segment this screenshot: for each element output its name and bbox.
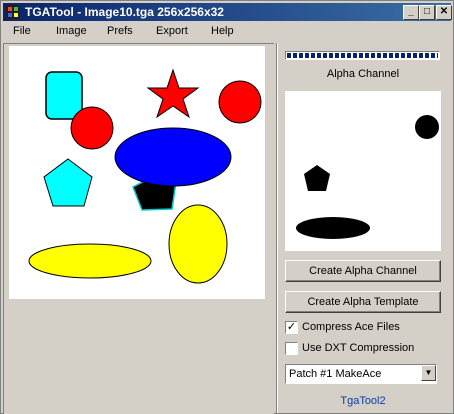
compress-ace-label: Compress Ace Files [302,321,400,333]
use-dxt-checkbox[interactable] [285,342,298,355]
minimize-button[interactable]: _ [403,5,419,20]
menu-help[interactable]: Help [211,25,234,37]
app-icon [6,5,20,19]
chevron-down-icon[interactable]: ▼ [421,365,436,381]
maximize-button[interactable]: □ [419,5,435,20]
create-alpha-template-button[interactable]: Create Alpha Template [285,291,441,313]
panel-divider [276,43,278,413]
alpha-pentagon [304,165,330,191]
menu-bar: File Image Prefs Export Help [3,23,451,41]
menu-image[interactable]: Image [56,25,87,37]
alpha-ellipse [296,217,370,239]
menu-prefs[interactable]: Prefs [107,25,133,37]
blue-ellipse [114,127,232,187]
menu-file[interactable]: File [13,25,31,37]
main-window: TGATool - Image10.tga 256x256x32 _ □ ✕ F… [0,0,454,414]
create-alpha-channel-button[interactable]: Create Alpha Channel [285,260,441,282]
yellow-ellipse-vertical [168,204,228,284]
compress-ace-checkbox[interactable]: ✓ [285,321,298,334]
image-preview[interactable] [9,46,265,299]
use-dxt-label: Use DXT Compression [302,342,415,354]
alpha-preview [285,91,441,251]
red-circle-left [70,106,114,150]
alpha-progress-fill [287,53,438,58]
red-circle-right [218,80,262,124]
menu-export[interactable]: Export [156,25,188,37]
alpha-progress-bar [285,51,440,60]
footer-label: TgaTool2 [340,395,386,407]
close-button[interactable]: ✕ [436,5,452,20]
cyan-rounded-rect [45,71,83,120]
window-title: TGATool - Image10.tga 256x256x32 [25,5,224,19]
cyan-pentagon [43,158,93,207]
alpha-circle [415,115,439,139]
alpha-channel-label: Alpha Channel [326,68,400,80]
title-bar: TGATool - Image10.tga 256x256x32 _ □ ✕ [3,3,452,21]
patch-select[interactable]: Patch #1 MakeAce ▼ [285,364,437,384]
patch-select-value: Patch #1 MakeAce [289,368,382,380]
yellow-ellipse-horizontal [28,243,152,279]
red-star [146,68,200,119]
